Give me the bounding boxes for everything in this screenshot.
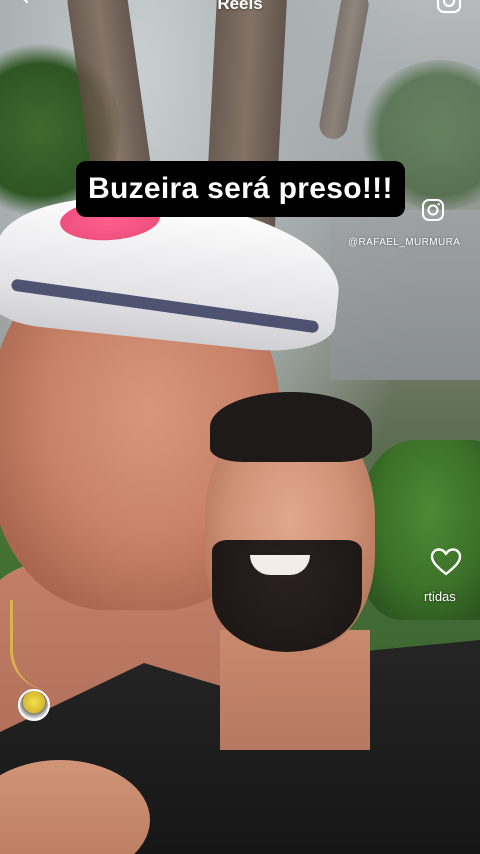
background-hedge xyxy=(360,440,480,620)
share-count-label: rtidas xyxy=(424,589,456,604)
gold-chain xyxy=(10,600,73,690)
top-bar: Reels xyxy=(0,0,480,16)
page-title: Reels xyxy=(217,0,263,13)
instagram-icon xyxy=(422,199,444,221)
camera-icon[interactable] xyxy=(436,0,462,14)
watermark-handle: @RAFAEL_MURMURA xyxy=(348,237,461,248)
heart-outline-icon[interactable] xyxy=(430,547,462,577)
person-front-hair xyxy=(210,392,372,462)
chevron-left-icon[interactable] xyxy=(16,0,32,4)
reel-viewer[interactable]: Reels Buzeira será preso!!! @RAFAEL_MURM… xyxy=(0,0,480,854)
avatar[interactable] xyxy=(18,689,50,721)
background-wall xyxy=(330,210,480,380)
video-caption: Buzeira será preso!!! xyxy=(76,161,405,217)
